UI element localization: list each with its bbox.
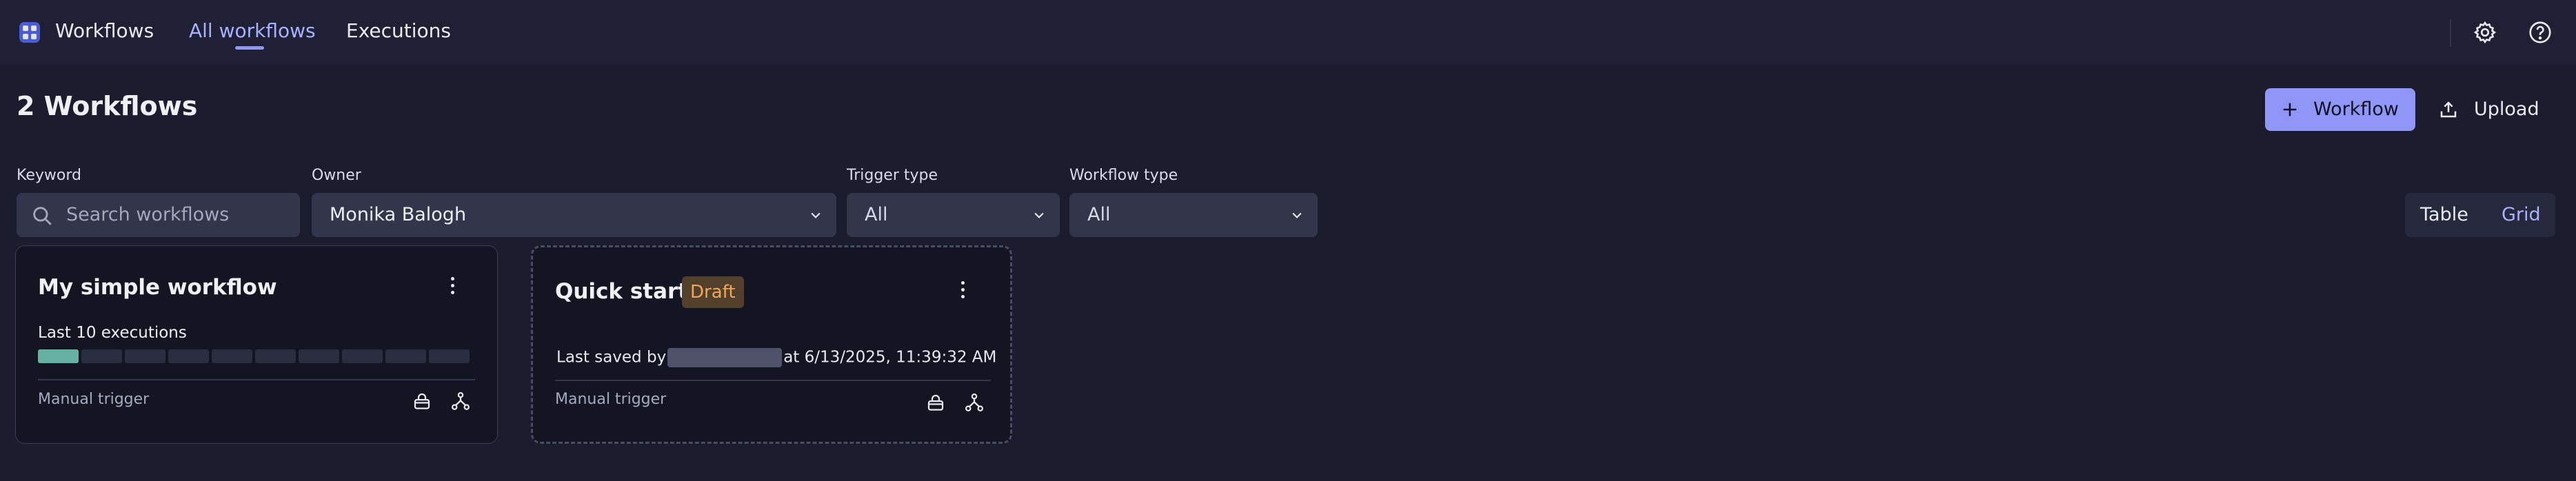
execution-segment bbox=[125, 349, 165, 363]
owner-label: Owner bbox=[312, 167, 361, 184]
workflow-type-label: Workflow type bbox=[1069, 167, 1178, 184]
active-tab-indicator bbox=[235, 46, 264, 50]
view-grid-option[interactable]: Grid bbox=[2502, 193, 2541, 237]
draft-badge: Draft bbox=[682, 276, 744, 308]
workflow-graph-icon bbox=[452, 392, 470, 410]
execution-segment bbox=[429, 349, 470, 363]
executions-history-bar bbox=[38, 349, 470, 363]
card-divider bbox=[38, 379, 475, 380]
plus-icon bbox=[2283, 103, 2297, 116]
search-placeholder: Search workflows bbox=[66, 204, 230, 225]
trigger-label: Manual trigger bbox=[555, 391, 667, 408]
workflow-title[interactable]: My simple workflow bbox=[38, 275, 277, 300]
workflow-card[interactable]: My simple workflow Last 10 executions Ma… bbox=[15, 245, 498, 444]
workflow-type-select[interactable]: All bbox=[1069, 193, 1318, 237]
execution-segment bbox=[81, 349, 122, 363]
workflows-app-icon[interactable] bbox=[19, 22, 40, 43]
chevron-down-icon bbox=[811, 212, 821, 218]
redacted-user-name bbox=[667, 348, 783, 367]
execution-segment bbox=[212, 349, 252, 363]
add-workflow-label: Workflow bbox=[2313, 99, 2399, 120]
header-divider bbox=[2450, 19, 2451, 47]
add-workflow-button[interactable]: Workflow bbox=[2265, 88, 2415, 131]
more-options-icon[interactable] bbox=[960, 281, 965, 302]
execution-segment bbox=[299, 349, 339, 363]
upload-icon bbox=[2440, 101, 2457, 118]
card-divider bbox=[555, 380, 991, 381]
workflow-graph-icon bbox=[965, 393, 983, 411]
help-icon[interactable] bbox=[2528, 20, 2553, 45]
execution-segment bbox=[168, 349, 209, 363]
search-input[interactable]: Search workflows bbox=[17, 193, 300, 237]
execution-segment bbox=[255, 349, 296, 363]
app-title[interactable]: Workflows bbox=[55, 19, 154, 42]
top-navigation-bar: Workflows All workflows Executions bbox=[0, 0, 2576, 65]
lock-icon bbox=[414, 393, 430, 409]
saved-prefix: Last saved by bbox=[556, 348, 667, 367]
page-title: 2 Workflows bbox=[17, 91, 198, 121]
tab-all-workflows[interactable]: All workflows bbox=[189, 19, 316, 42]
view-toggle: Table Grid bbox=[2405, 193, 2555, 237]
execution-segment bbox=[342, 349, 383, 363]
settings-icon[interactable] bbox=[2473, 20, 2497, 45]
executions-label: Last 10 executions bbox=[38, 324, 187, 342]
chevron-down-icon bbox=[1292, 212, 1302, 218]
owner-select[interactable]: Monika Balogh bbox=[312, 193, 836, 237]
trigger-type-select[interactable]: All bbox=[847, 193, 1060, 237]
trigger-label: Manual trigger bbox=[38, 391, 150, 408]
more-options-icon[interactable] bbox=[450, 277, 455, 298]
workflow-title[interactable]: Quick start bbox=[555, 279, 688, 304]
tab-executions[interactable]: Executions bbox=[346, 19, 451, 42]
owner-value: Monika Balogh bbox=[330, 204, 467, 225]
search-icon bbox=[33, 207, 52, 225]
saved-timestamp: at 6/13/2025, 11:39:32 AM bbox=[783, 348, 997, 367]
workflow-type-value: All bbox=[1087, 204, 1111, 225]
keyword-label: Keyword bbox=[17, 167, 81, 184]
chevron-down-icon bbox=[1034, 212, 1044, 218]
view-table-option[interactable]: Table bbox=[2420, 193, 2468, 237]
trigger-type-value: All bbox=[865, 204, 888, 225]
upload-button[interactable]: Upload bbox=[2433, 88, 2557, 131]
workflow-card[interactable]: Quick start Draft Last saved by at 6/13/2… bbox=[531, 245, 1012, 444]
upload-label: Upload bbox=[2474, 99, 2539, 120]
lock-icon bbox=[927, 394, 944, 411]
execution-segment bbox=[38, 349, 79, 363]
trigger-type-label: Trigger type bbox=[847, 167, 938, 184]
execution-segment bbox=[385, 349, 426, 363]
last-saved-info: Last saved by at 6/13/2025, 11:39:32 AM bbox=[556, 348, 996, 367]
